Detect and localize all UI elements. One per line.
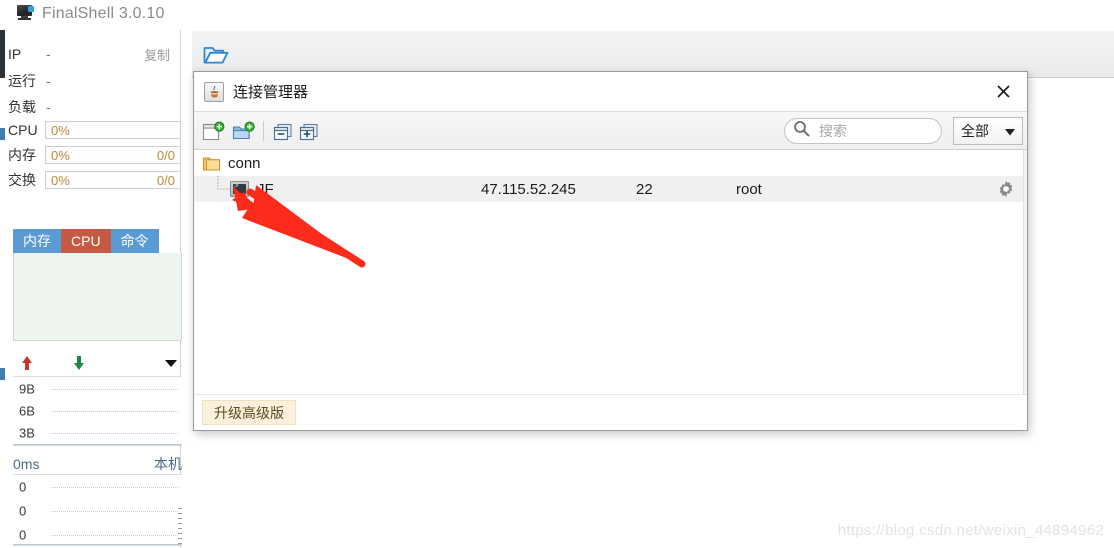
new-connection-button[interactable]	[200, 119, 228, 144]
meter-percent-swap: 0%	[51, 172, 70, 188]
sidebar-tab-panel	[13, 253, 182, 341]
info-value-uptime: -	[46, 73, 51, 89]
gear-icon[interactable]	[997, 180, 1015, 198]
list-item-folder[interactable]: conn	[194, 150, 1027, 176]
meter-bar-memory: 0% 0/0	[45, 146, 181, 164]
table-row[interactable]: JF 47.115.52.245 22 root	[194, 176, 1027, 202]
info-label-uptime: 运行	[8, 73, 36, 89]
filter-selected-value: 全部	[961, 123, 989, 139]
dialog-title: 连接管理器	[233, 84, 309, 101]
list-scrollbar[interactable]	[1023, 150, 1027, 394]
dialog-footer: 升级高级版	[194, 394, 1027, 430]
java-app-icon	[204, 81, 224, 102]
close-icon[interactable]	[979, 72, 1027, 111]
latency-graph: 0 0 0	[13, 474, 182, 546]
finalshell-window: FinalShell 3.0.10 IP - 复制 运行 - 负载 - CPU …	[0, 0, 1114, 548]
info-row-ip: IP - 复制	[8, 43, 180, 65]
monitor-icon	[16, 5, 35, 22]
tab-cpu[interactable]: CPU	[61, 229, 111, 253]
meter-row-memory: 内存 0% 0/0	[8, 145, 181, 165]
status-sidebar: IP - 复制 运行 - 负载 - CPU 0% 内存 0% 0/0 交换 0%…	[5, 30, 182, 548]
caret-down-icon[interactable]	[163, 355, 179, 371]
meter-row-swap: 交换 0% 0/0	[8, 170, 181, 190]
meter-label-memory: 内存	[8, 147, 36, 163]
chevron-down-icon	[1005, 123, 1015, 139]
folder-name: conn	[228, 154, 261, 172]
tab-memory[interactable]: 内存	[13, 229, 61, 253]
latency-ylabel-2: 0	[19, 527, 27, 543]
sidebar-tabstrip: 内存 CPU 命令	[13, 229, 182, 253]
folder-icon	[203, 156, 220, 171]
network-ylabel-0: 9B	[19, 381, 35, 397]
latency-value: 0ms	[13, 456, 40, 472]
terminal-icon	[230, 181, 249, 197]
connection-user: root	[736, 180, 762, 198]
meter-percent-cpu: 0%	[51, 122, 70, 138]
dialog-titlebar: 连接管理器	[194, 72, 1027, 112]
search-box[interactable]	[784, 118, 942, 144]
info-label-ip: IP	[8, 46, 22, 62]
info-value-load: -	[46, 99, 51, 115]
meter-fraction-memory: 0/0	[156, 147, 175, 163]
meter-fraction-swap: 0/0	[156, 172, 175, 188]
info-row-load: 负载 -	[8, 96, 180, 118]
network-ylabel-1: 6B	[19, 403, 35, 419]
meter-label-swap: 交换	[8, 172, 36, 188]
latency-ylabel-0: 0	[19, 479, 27, 495]
dialog-toolbar: 全部	[194, 112, 1027, 150]
arrow-down-icon	[71, 355, 87, 371]
arrow-up-icon	[19, 355, 35, 371]
latency-location: 本机	[154, 456, 182, 472]
app-title: FinalShell 3.0.10	[42, 5, 165, 22]
meter-row-cpu: CPU 0%	[8, 120, 181, 140]
meter-label-cpu: CPU	[8, 122, 38, 138]
network-ylabel-2: 3B	[19, 425, 35, 441]
connection-port: 22	[636, 180, 653, 198]
sidebar-resize-handle[interactable]	[178, 508, 182, 548]
search-icon	[793, 120, 810, 142]
expand-all-button[interactable]	[295, 119, 323, 144]
latency-ylabel-1: 0	[19, 503, 27, 519]
new-folder-button[interactable]	[230, 119, 258, 144]
connection-name: JF	[257, 180, 274, 198]
network-graph-header	[13, 352, 182, 376]
watermark: https://blog.csdn.net/weixin_44894962	[837, 522, 1104, 539]
info-value-ip: -	[46, 46, 51, 62]
info-row-uptime: 运行 -	[8, 70, 180, 92]
search-input[interactable]	[817, 122, 925, 140]
app-titlebar: FinalShell 3.0.10	[0, 0, 1114, 30]
filter-dropdown[interactable]: 全部	[953, 117, 1023, 145]
meter-bar-cpu: 0%	[45, 121, 181, 139]
connection-host: 47.115.52.245	[481, 180, 576, 198]
folder-open-icon[interactable]	[199, 41, 233, 69]
copy-ip-button[interactable]: 复制	[144, 43, 170, 65]
info-label-load: 负载	[8, 99, 36, 115]
latency-header: 0ms 本机	[13, 454, 182, 474]
connection-list: conn JF 47.115.52.245 22 root	[194, 150, 1027, 394]
meter-bar-swap: 0% 0/0	[45, 171, 181, 189]
tab-command[interactable]: 命令	[110, 229, 159, 253]
meter-percent-memory: 0%	[51, 147, 70, 163]
collapse-all-button[interactable]	[269, 119, 297, 144]
connection-manager-dialog: 连接管理器 搜索 全部 conn > JF 47.115.52.245 22 r…	[193, 71, 1028, 431]
upgrade-button[interactable]: 升级高级版	[202, 400, 296, 425]
network-graph: 9B 6B 3B	[13, 376, 182, 446]
